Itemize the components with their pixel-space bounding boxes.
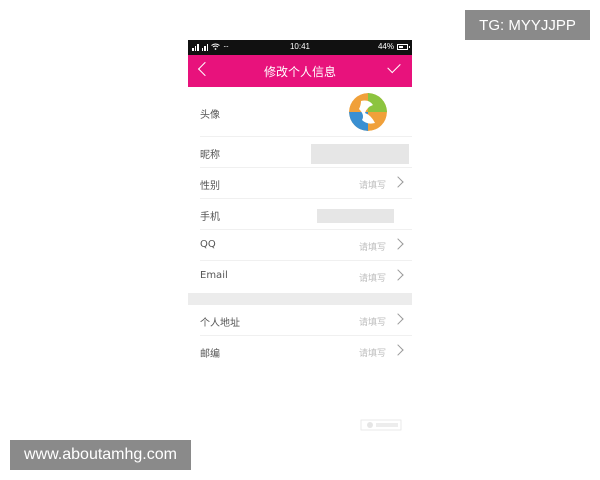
row-label-nickname: 昵称 xyxy=(200,150,220,161)
title-bar: 修改个人信息 xyxy=(188,55,412,87)
status-right: 44% xyxy=(377,42,410,51)
row-hint-address: 请填写 xyxy=(358,318,386,328)
row-label-gender: 性别 xyxy=(200,181,220,192)
chevron-right-icon xyxy=(392,238,404,250)
chevron-right-icon xyxy=(392,176,404,188)
row-hint-postcode: 请填写 xyxy=(358,349,386,359)
row-email[interactable]: Email 请填写 xyxy=(188,261,412,292)
status-bar: ··· 10:41 44% xyxy=(188,40,412,55)
row-avatar[interactable]: 头像 xyxy=(188,87,412,137)
phone-value-redacted xyxy=(317,209,394,223)
phone-screen: ··· 10:41 44% 修改个人信息 头像 昵称 性别 请填写 手机 QQ … xyxy=(188,40,412,380)
row-postcode[interactable]: 邮编 请填写 xyxy=(188,336,412,367)
row-hint-gender: 请填写 xyxy=(358,181,386,191)
avatar[interactable] xyxy=(349,93,387,131)
row-address[interactable]: 个人地址 请填写 xyxy=(188,305,412,336)
row-label-address: 个人地址 xyxy=(200,318,240,329)
row-label-phone: 手机 xyxy=(200,212,220,223)
chevron-right-icon xyxy=(392,269,404,281)
page-title: 修改个人信息 xyxy=(263,65,336,79)
chevron-right-icon xyxy=(392,344,404,356)
row-gender[interactable]: 性别 请填写 xyxy=(188,168,412,199)
battery-icon xyxy=(397,43,410,50)
battery-percent: 44% xyxy=(377,42,394,51)
watermark-tg-label: TG: MYYJJPP xyxy=(465,10,590,40)
row-hint-email: 请填写 xyxy=(358,274,386,284)
row-qq[interactable]: QQ 请填写 xyxy=(188,230,412,261)
row-label-avatar: 头像 xyxy=(200,110,220,121)
row-nickname[interactable]: 昵称 xyxy=(188,137,412,168)
watermark-site-label: www.aboutamhg.com xyxy=(10,440,191,470)
row-phone[interactable]: 手机 xyxy=(188,199,412,230)
section-divider xyxy=(188,293,412,305)
chevron-right-icon xyxy=(392,313,404,325)
row-label-email: Email xyxy=(200,270,228,281)
baidu-watermark-logo xyxy=(360,419,402,431)
avatar-image xyxy=(349,93,387,131)
row-label-qq: QQ xyxy=(200,239,216,250)
row-hint-qq: 请填写 xyxy=(358,243,386,253)
nickname-value-redacted xyxy=(311,144,409,164)
row-label-postcode: 邮编 xyxy=(200,349,220,360)
